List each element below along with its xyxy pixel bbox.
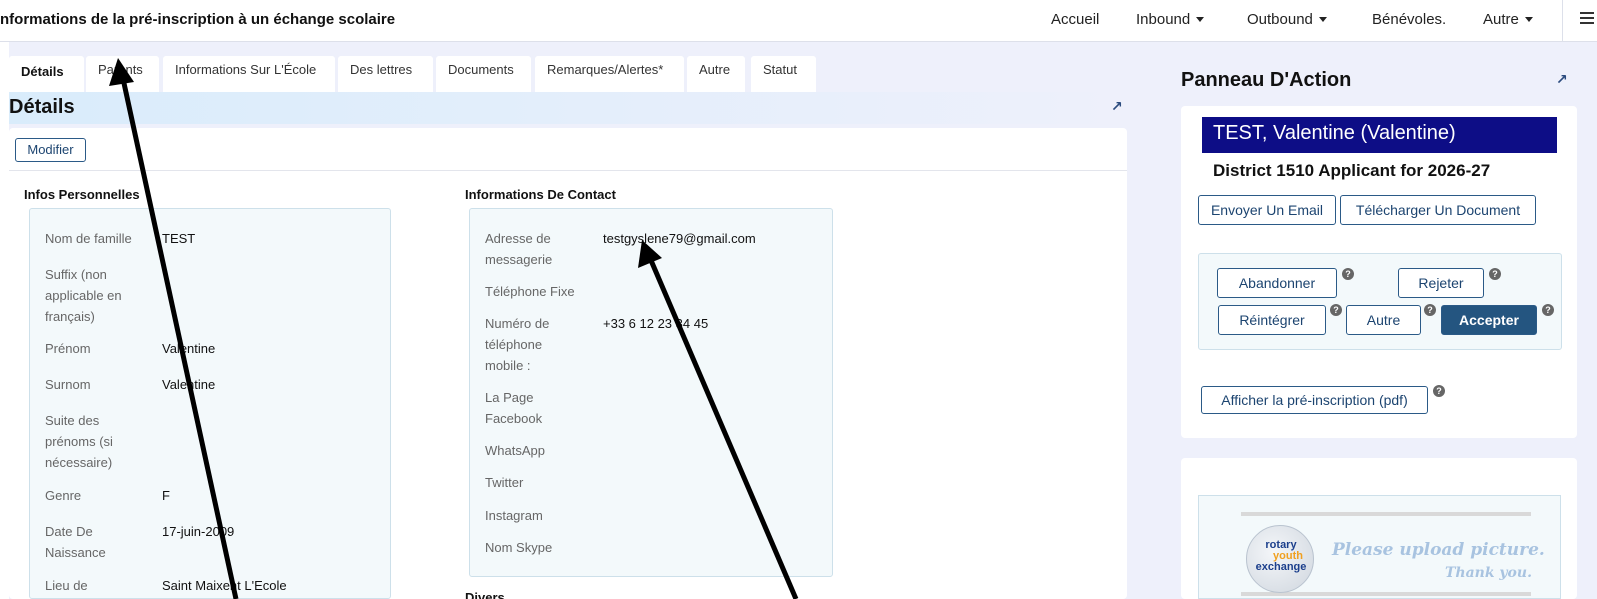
upload-picture-text: Please upload picture.: [1332, 540, 1545, 560]
section-title: Détails: [9, 96, 75, 118]
tab-remarks-alerts[interactable]: Remarques/Alertes*: [535, 56, 684, 92]
field-label: Nom de famille: [45, 231, 132, 246]
field-label: Suite des prénoms (si nécessaire): [45, 413, 113, 470]
contact-info-heading: Informations De Contact: [465, 187, 616, 202]
tab-letters[interactable]: Des lettres: [338, 56, 433, 92]
tab-documents[interactable]: Documents: [436, 56, 531, 92]
nav-divider: [1562, 0, 1563, 42]
field-label: La Page Facebook: [485, 390, 543, 426]
personal-info-heading: Infos Personnelles: [24, 187, 140, 202]
card-divider: [9, 170, 1127, 171]
tab-status[interactable]: Statut: [751, 56, 816, 92]
chevron-down-icon: [1196, 17, 1205, 22]
field-value: F: [162, 488, 170, 503]
section-header-band: [9, 92, 1127, 124]
page-title: nformations de la pré-inscription à un é…: [0, 11, 396, 28]
tab-details[interactable]: Détails: [9, 56, 84, 92]
send-email-button[interactable]: Envoyer Un Email: [1198, 195, 1336, 225]
field-label: Nom Skype: [485, 540, 553, 555]
nav-other[interactable]: Autre: [1483, 11, 1533, 28]
district-applicant-text: District 1510 Applicant for 2026-27: [1213, 161, 1491, 180]
help-icon[interactable]: ?: [1489, 268, 1501, 280]
field-value: Saint Maixent L'Ecole: [162, 578, 287, 593]
mobile-value: +33 6 12 23 34 45: [603, 316, 709, 331]
field-label: WhatsApp: [485, 443, 545, 458]
expand-icon[interactable]: ↗: [1556, 71, 1568, 88]
rotary-youth-exchange-logo: rotary youth exchange: [1246, 525, 1314, 593]
field-value: TEST: [162, 231, 196, 246]
nav-inbound-label: Inbound: [1136, 11, 1191, 28]
field-label: Surnom: [45, 377, 91, 392]
action-panel-title: Panneau D'Action: [1181, 69, 1352, 91]
help-icon[interactable]: ?: [1424, 304, 1436, 316]
nav-outbound[interactable]: Outbound: [1247, 11, 1327, 28]
chevron-down-icon: [1524, 17, 1533, 22]
tab-school-info[interactable]: Informations Sur L'École: [163, 56, 335, 92]
help-icon[interactable]: ?: [1330, 304, 1342, 316]
field-value: Valentine: [162, 377, 216, 392]
nav-home[interactable]: Accueil: [1051, 11, 1099, 28]
nav-outbound-label: Outbound: [1247, 11, 1313, 28]
tab-parents[interactable]: Parents: [86, 56, 159, 92]
field-label: Genre: [45, 488, 82, 503]
thank-you-text: Thank you.: [1445, 565, 1532, 581]
left-edge: [0, 42, 9, 599]
reject-button[interactable]: Rejeter: [1398, 268, 1484, 298]
chevron-down-icon: [1318, 17, 1327, 22]
nav-other-label: Autre: [1483, 11, 1519, 28]
field-value: 17-juin-2009: [162, 524, 235, 539]
other-action-button[interactable]: Autre: [1346, 305, 1421, 335]
email-value: testgyslene79@gmail.com: [603, 231, 756, 246]
help-icon[interactable]: ?: [1542, 304, 1554, 316]
photo-divider: [1241, 512, 1531, 516]
menu-icon[interactable]: [1580, 12, 1594, 26]
field-label: Date De Naissance: [45, 524, 106, 560]
help-icon[interactable]: ?: [1342, 268, 1354, 280]
nav-volunteers[interactable]: Bénévoles.: [1372, 11, 1446, 28]
upload-document-button[interactable]: Télécharger Un Document: [1340, 195, 1536, 225]
help-icon[interactable]: ?: [1433, 385, 1445, 397]
field-label: Prénom: [45, 341, 91, 356]
view-pdf-button[interactable]: Afficher la pré-inscription (pdf): [1201, 386, 1428, 414]
reinstate-button[interactable]: Réintégrer: [1218, 305, 1326, 335]
misc-heading: Divers: [465, 590, 505, 599]
edit-button[interactable]: Modifier: [15, 138, 86, 162]
top-navbar: nformations de la pré-inscription à un é…: [0, 0, 1597, 42]
accept-button[interactable]: Accepter: [1441, 305, 1537, 335]
field-label: Numéro de téléphone mobile :: [485, 316, 550, 373]
field-label: Adresse de messagerie: [485, 231, 553, 267]
tab-other[interactable]: Autre: [687, 56, 745, 92]
expand-icon[interactable]: ↗: [1111, 98, 1123, 115]
abandon-button[interactable]: Abandonner: [1217, 268, 1337, 298]
field-label: Téléphone Fixe: [485, 284, 575, 299]
field-label: Lieu de: [45, 578, 88, 593]
field-label: Suffix (non applicable en français): [45, 267, 122, 324]
student-name-bar: TEST, Valentine (Valentine): [1202, 117, 1557, 153]
field-label: Twitter: [485, 475, 524, 490]
field-value: Valentine: [162, 341, 216, 356]
field-label: Instagram: [485, 508, 543, 523]
nav-inbound[interactable]: Inbound: [1136, 11, 1205, 28]
logo-text: exchange: [1255, 561, 1307, 573]
